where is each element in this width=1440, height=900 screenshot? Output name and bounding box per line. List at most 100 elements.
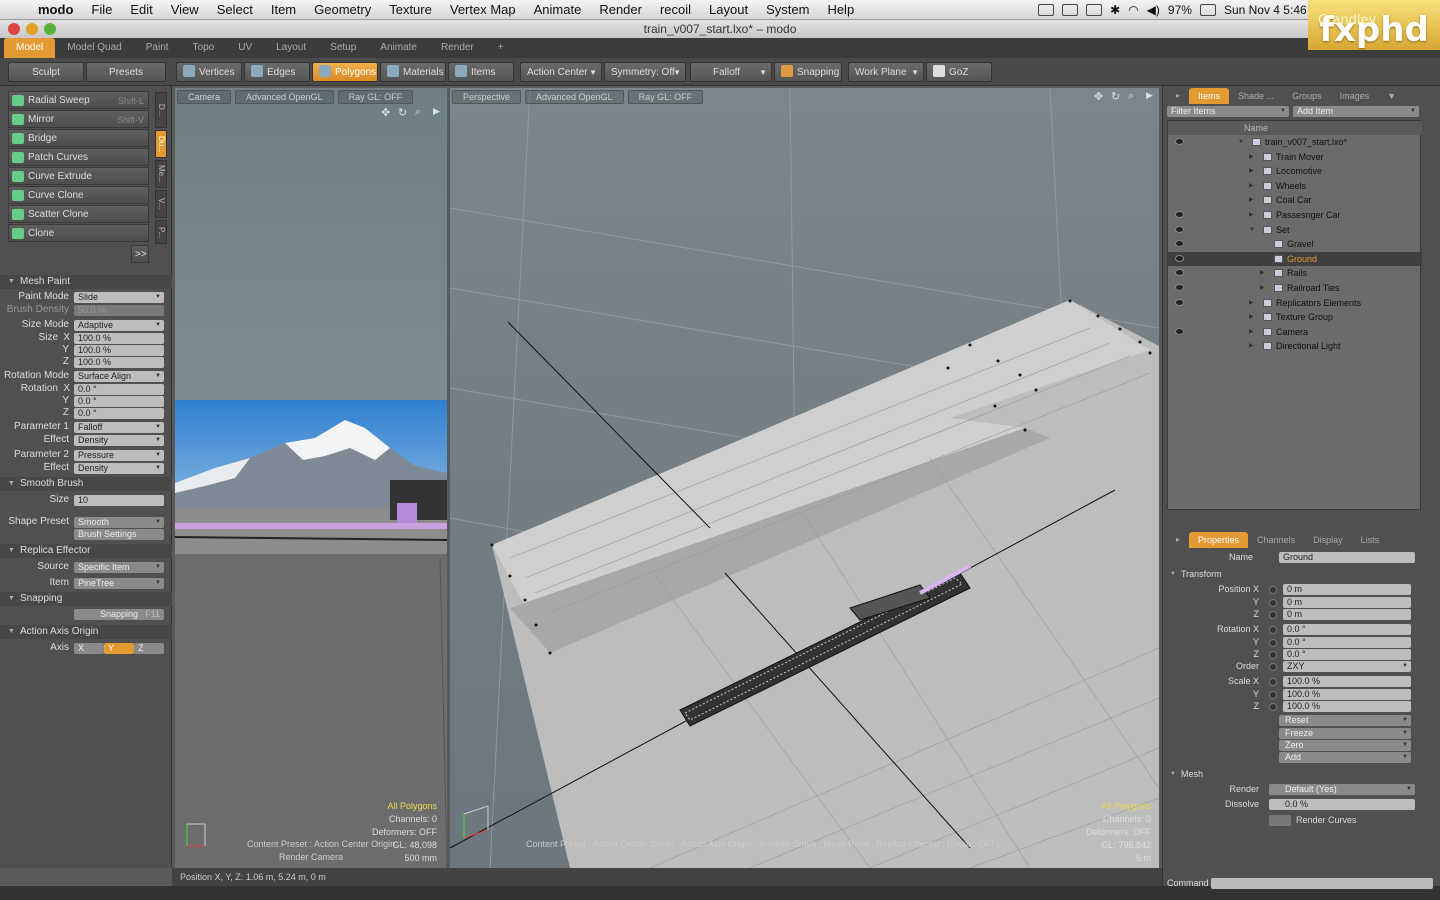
tab-shade[interactable]: Shade ... bbox=[1229, 88, 1283, 104]
item-row[interactable]: ▶ Train Mover bbox=[1168, 150, 1422, 164]
rotation-mode-select[interactable]: Surface Align bbox=[74, 371, 164, 382]
radial-sweep-tool[interactable]: Radial Sweep Shift-L bbox=[8, 91, 149, 109]
tab-setup[interactable]: Setup bbox=[318, 38, 368, 58]
expand-icon[interactable]: ▶ bbox=[1249, 179, 1254, 193]
rotation-z-key-icon[interactable] bbox=[1269, 651, 1277, 659]
expand-icon[interactable]: ▶ bbox=[1249, 150, 1254, 164]
polygons-button[interactable]: Polygons bbox=[312, 62, 378, 82]
volume-icon[interactable]: ◀) bbox=[1147, 3, 1160, 17]
paint-mode-select[interactable]: Slide bbox=[74, 292, 164, 303]
expand-icon[interactable]: ▶ bbox=[1249, 164, 1254, 178]
action-center-dropdown[interactable]: Action Center ▼ bbox=[520, 62, 602, 82]
size-y-field[interactable]: 100.0 % bbox=[74, 345, 164, 356]
rotation-x-field[interactable]: 0.0 ° bbox=[1283, 624, 1411, 635]
axis-y-button[interactable]: Y bbox=[104, 643, 134, 654]
menu-recoil[interactable]: recoil bbox=[651, 2, 700, 17]
size-mode-select[interactable]: Adaptive bbox=[74, 320, 164, 331]
tab-topo[interactable]: Topo bbox=[181, 38, 227, 58]
menu-animate[interactable]: Animate bbox=[525, 2, 591, 17]
tab-render[interactable]: Render bbox=[429, 38, 486, 58]
scale-y-key-icon[interactable] bbox=[1269, 691, 1277, 699]
tab-layout[interactable]: Layout bbox=[264, 38, 318, 58]
move-view-icon[interactable]: ✥ bbox=[381, 106, 390, 119]
opengl-tab[interactable]: Advanced OpenGL bbox=[525, 90, 624, 104]
edges-button[interactable]: Edges bbox=[244, 62, 310, 82]
viewport-menu-icon[interactable]: ▶ bbox=[1146, 90, 1153, 101]
eye-icon[interactable] bbox=[1175, 284, 1184, 291]
app-menu[interactable]: modo bbox=[34, 2, 82, 17]
tab-paint[interactable]: Paint bbox=[134, 38, 181, 58]
menu-file[interactable]: File bbox=[82, 2, 121, 17]
tab-properties[interactable]: Properties bbox=[1189, 532, 1249, 548]
rotation-x-field[interactable]: 0.0 ° bbox=[74, 384, 164, 395]
curve-extrude-tool[interactable]: Curve Extrude bbox=[8, 167, 149, 185]
scale-x-field[interactable]: 100.0 % bbox=[1283, 676, 1411, 687]
position-y-key-icon[interactable] bbox=[1269, 599, 1277, 607]
expand-icon[interactable]: ▶ bbox=[1260, 281, 1265, 295]
axis-z-button[interactable]: Z bbox=[134, 643, 164, 654]
item-row[interactable]: · Gravel bbox=[1168, 237, 1422, 251]
tab-images[interactable]: Images bbox=[1331, 88, 1379, 104]
menu-system[interactable]: System bbox=[757, 2, 818, 17]
expand-icon[interactable]: ▶ bbox=[1249, 339, 1254, 353]
symmetry-dropdown[interactable]: Symmetry: Off ▼ bbox=[604, 62, 686, 82]
rotation-y-key-icon[interactable] bbox=[1269, 639, 1277, 647]
rotation-z-field[interactable]: 0.0 ° bbox=[1283, 649, 1411, 660]
add-tab-button[interactable]: + bbox=[486, 38, 516, 58]
expand-icon[interactable]: ▶ bbox=[1249, 310, 1254, 324]
item-row[interactable]: ▶ Railroad Ties bbox=[1168, 281, 1422, 295]
snapping-section[interactable]: Snapping bbox=[0, 592, 172, 606]
mesh-section[interactable]: Mesh bbox=[1167, 767, 1421, 781]
item-row[interactable]: ▶ Coal Car bbox=[1168, 193, 1422, 207]
zero-button[interactable]: Zero bbox=[1279, 740, 1411, 751]
raygl-tab[interactable]: Ray GL: OFF bbox=[337, 90, 414, 104]
position-x-key-icon[interactable] bbox=[1269, 586, 1277, 594]
menu-select[interactable]: Select bbox=[208, 2, 262, 17]
tab-animate[interactable]: Animate bbox=[368, 38, 429, 58]
clone-tool[interactable]: Clone bbox=[8, 224, 149, 242]
shape-preset-select[interactable]: Smooth bbox=[74, 517, 164, 528]
rotation-y-field[interactable]: 0.0 ° bbox=[1283, 637, 1411, 648]
viewport-menu-icon[interactable]: ▶ bbox=[433, 106, 440, 117]
smooth-brush-size-field[interactable]: 10 bbox=[74, 495, 164, 506]
work-plane-dropdown[interactable]: Work Plane ▼ bbox=[848, 62, 924, 82]
size-z-field[interactable]: 100.0 % bbox=[74, 357, 164, 368]
filter-items-dropdown[interactable]: Filter Items bbox=[1167, 106, 1289, 117]
menu-vertex-map[interactable]: Vertex Map bbox=[441, 2, 525, 17]
scale-y-field[interactable]: 100.0 % bbox=[1283, 689, 1411, 700]
rotation-z-field[interactable]: 0.0 ° bbox=[74, 408, 164, 419]
vtab-du[interactable]: Du... bbox=[155, 130, 167, 158]
tab-display[interactable]: Display bbox=[1304, 532, 1352, 548]
action-axis-origin-section[interactable]: Action Axis Origin bbox=[0, 625, 172, 639]
items-button[interactable]: Items bbox=[448, 62, 514, 82]
eye-icon[interactable] bbox=[1175, 211, 1184, 218]
eye-icon[interactable] bbox=[1175, 225, 1184, 233]
item-row[interactable]: ▶ Texture Group bbox=[1168, 310, 1422, 324]
expand-icon[interactable]: ▶ bbox=[1249, 296, 1254, 310]
item-row[interactable]: ▶ Directional Light bbox=[1168, 339, 1422, 353]
minimize-icon[interactable] bbox=[26, 23, 38, 35]
battery-level[interactable]: 97% bbox=[1168, 3, 1192, 17]
item-row[interactable]: ▶ Rails bbox=[1168, 266, 1422, 280]
add-item-dropdown[interactable]: Add Item bbox=[1293, 106, 1419, 117]
eye-icon[interactable] bbox=[1175, 254, 1184, 262]
panel-grip-icon[interactable]: ▸ bbox=[1167, 88, 1189, 104]
position-z-key-icon[interactable] bbox=[1269, 611, 1277, 619]
render-select[interactable]: Default (Yes) bbox=[1269, 784, 1415, 795]
mesh-paint-section[interactable]: Mesh Paint bbox=[0, 275, 172, 289]
name-column-header[interactable]: Name bbox=[1244, 121, 1268, 135]
menu-texture[interactable]: Texture bbox=[380, 2, 441, 17]
sculpt-button[interactable]: Sculpt bbox=[8, 62, 84, 82]
transform-section[interactable]: Transform bbox=[1167, 567, 1421, 581]
expand-icon[interactable]: ▶ bbox=[1260, 266, 1265, 280]
reset-button[interactable]: Reset bbox=[1279, 715, 1411, 726]
order-select[interactable]: ZXY bbox=[1283, 661, 1411, 672]
scale-z-key-icon[interactable] bbox=[1269, 703, 1277, 711]
presets-button[interactable]: Presets bbox=[86, 62, 166, 82]
render-curves-checkbox[interactable] bbox=[1269, 815, 1291, 826]
menu-view[interactable]: View bbox=[162, 2, 208, 17]
effect2-select[interactable]: Density bbox=[74, 463, 164, 474]
item-row[interactable]: ▶ Camera bbox=[1168, 325, 1422, 339]
brush-settings-button[interactable]: Brush Settings bbox=[74, 529, 164, 540]
parameter1-select[interactable]: Falloff bbox=[74, 422, 164, 433]
